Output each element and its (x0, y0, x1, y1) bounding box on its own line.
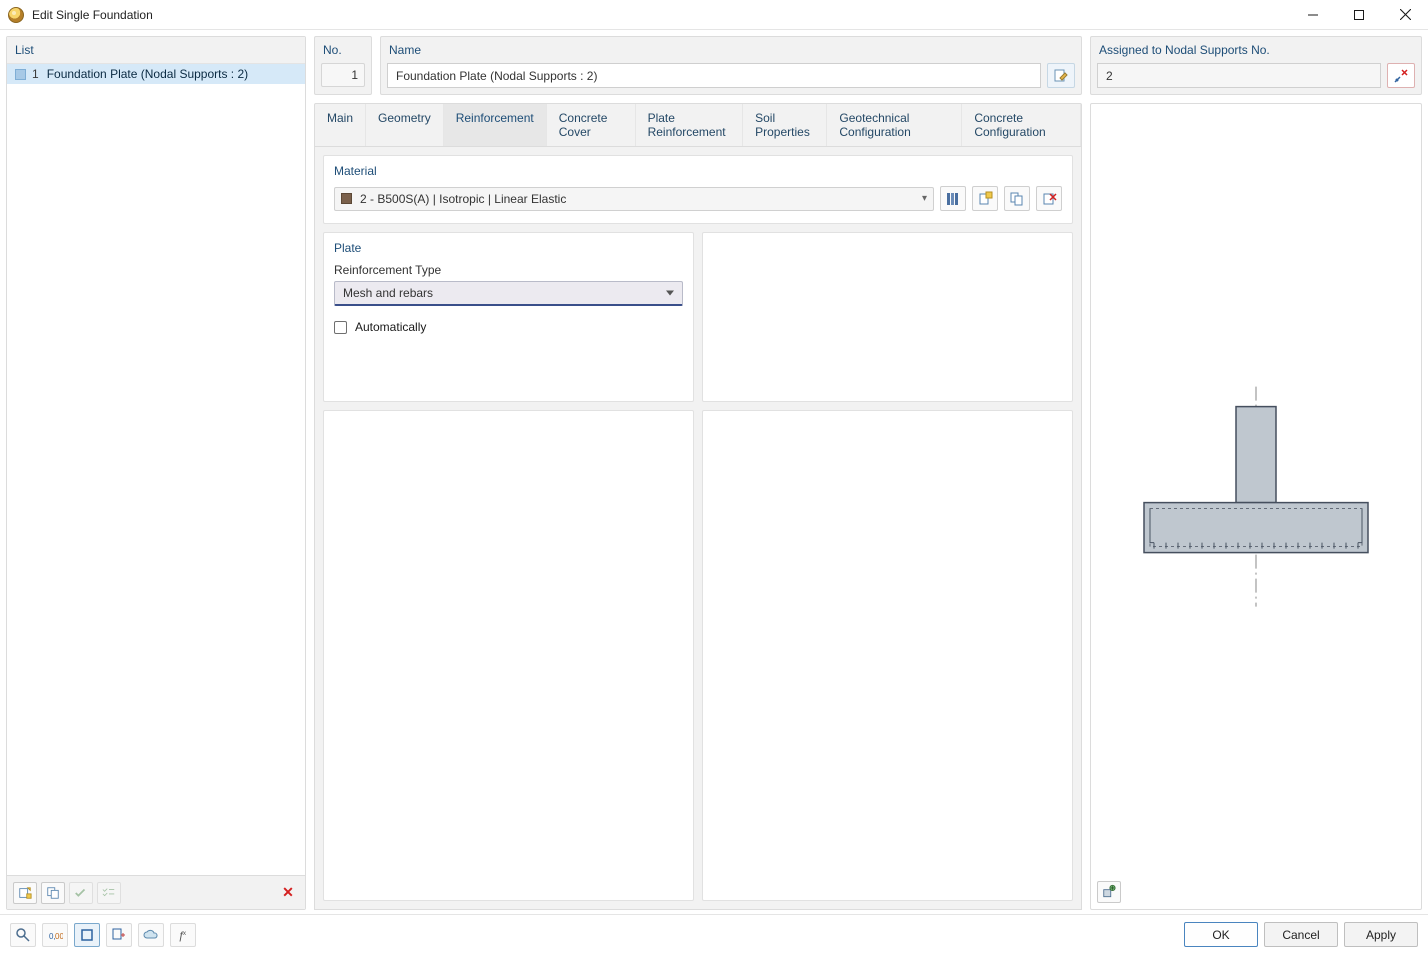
cancel-button[interactable]: Cancel (1264, 922, 1338, 947)
tab-geometry[interactable]: Geometry (366, 104, 444, 146)
material-color-icon (341, 193, 352, 204)
check-button (69, 882, 93, 904)
tab-geotechnical-configuration[interactable]: Geotechnical Configuration (827, 104, 962, 146)
apply-button[interactable]: Apply (1344, 922, 1418, 947)
empty-group-1 (702, 232, 1073, 402)
view-axes-icon[interactable] (106, 923, 132, 947)
material-new-button[interactable] (972, 186, 998, 211)
function-icon[interactable]: ƒx (170, 923, 196, 947)
plate-group-title: Plate (334, 241, 683, 255)
window-title: Edit Single Foundation (32, 8, 153, 22)
material-delete-button[interactable] (1036, 186, 1062, 211)
svg-text:00: 00 (55, 932, 63, 941)
ok-button[interactable]: OK (1184, 922, 1258, 947)
list-body: 1 Foundation Plate (Nodal Supports : 2) (7, 64, 305, 875)
delete-button[interactable]: ✕ (277, 884, 299, 901)
reinforcement-type-label: Reinforcement Type (334, 263, 683, 277)
material-group-title: Material (334, 164, 1062, 178)
foundation-diagram (1116, 366, 1396, 626)
name-field-container: Name (380, 36, 1082, 95)
material-library-button[interactable] (940, 186, 966, 211)
tab-body: Material 2 - B500S(A) | Isotropic | Line… (314, 146, 1082, 910)
close-button[interactable] (1382, 0, 1428, 30)
preview-settings-button[interactable] (1097, 881, 1121, 903)
reinforcement-type-value: Mesh and rebars (343, 286, 433, 300)
plate-group: Plate Reinforcement Type Mesh and rebars… (323, 232, 694, 402)
material-select[interactable]: 2 - B500S(A) | Isotropic | Linear Elasti… (334, 187, 934, 211)
material-copy-button[interactable] (1004, 186, 1030, 211)
reinforcement-type-select[interactable]: Mesh and rebars (334, 281, 683, 306)
checklist-button (97, 882, 121, 904)
list-item-color-icon (15, 69, 26, 80)
preview-panel (1090, 103, 1422, 910)
no-value[interactable]: 1 (321, 63, 365, 87)
name-edit-button[interactable] (1047, 63, 1075, 88)
tab-concrete-cover[interactable]: Concrete Cover (547, 104, 636, 146)
name-input[interactable] (387, 63, 1041, 88)
material-select-value: 2 - B500S(A) | Isotropic | Linear Elasti… (360, 192, 914, 206)
tab-soil-properties[interactable]: Soil Properties (743, 104, 827, 146)
empty-group-3 (702, 410, 1073, 901)
tab-main[interactable]: Main (315, 104, 366, 146)
no-label: No. (315, 37, 371, 63)
find-icon[interactable] (10, 923, 36, 947)
app-icon (8, 7, 24, 23)
maximize-button[interactable] (1336, 0, 1382, 30)
copy-item-button[interactable] (41, 882, 65, 904)
list-item-label: Foundation Plate (Nodal Supports : 2) (47, 67, 248, 81)
tab-concrete-configuration[interactable]: Concrete Configuration (962, 104, 1081, 146)
assigned-header: Assigned to Nodal Supports No. (1091, 37, 1421, 63)
automatically-checkbox[interactable] (334, 321, 347, 334)
assigned-input[interactable] (1097, 63, 1381, 88)
tabs: Main Geometry Reinforcement Concrete Cov… (314, 103, 1082, 146)
cloud-icon[interactable] (138, 923, 164, 947)
svg-text:x: x (183, 931, 186, 937)
units-icon[interactable]: 0,00 (42, 923, 68, 947)
tab-plate-reinforcement[interactable]: Plate Reinforcement (636, 104, 744, 146)
right-panel: Assigned to Nodal Supports No. (1090, 36, 1422, 910)
assigned-panel: Assigned to Nodal Supports No. (1090, 36, 1422, 95)
list-panel: List 1 Foundation Plate (Nodal Supports … (6, 36, 306, 910)
no-field-container: No. 1 (314, 36, 372, 95)
assigned-picker-button[interactable] (1387, 63, 1415, 88)
empty-group-2 (323, 410, 694, 901)
list-item-number: 1 (32, 67, 41, 81)
top-fields-row: No. 1 Name (314, 36, 1082, 95)
titlebar: Edit Single Foundation (0, 0, 1428, 30)
name-label: Name (381, 37, 1081, 63)
material-group: Material 2 - B500S(A) | Isotropic | Line… (323, 155, 1073, 224)
minimize-button[interactable] (1290, 0, 1336, 30)
automatically-label: Automatically (355, 320, 426, 334)
list-item[interactable]: 1 Foundation Plate (Nodal Supports : 2) (7, 64, 305, 84)
tab-reinforcement[interactable]: Reinforcement (444, 104, 547, 146)
automatically-checkbox-row[interactable]: Automatically (334, 320, 683, 334)
middle-panel: No. 1 Name Main Geometry Reinforcement C… (314, 36, 1082, 910)
content-area: List 1 Foundation Plate (Nodal Supports … (0, 30, 1428, 914)
footer: 0,00 ƒx OK Cancel Apply (0, 914, 1428, 954)
view-box-icon[interactable] (74, 923, 100, 947)
left-toolbar: ✕ (7, 875, 305, 909)
chevron-down-icon: ▾ (922, 193, 927, 204)
new-item-button[interactable] (13, 882, 37, 904)
list-header: List (7, 37, 305, 64)
